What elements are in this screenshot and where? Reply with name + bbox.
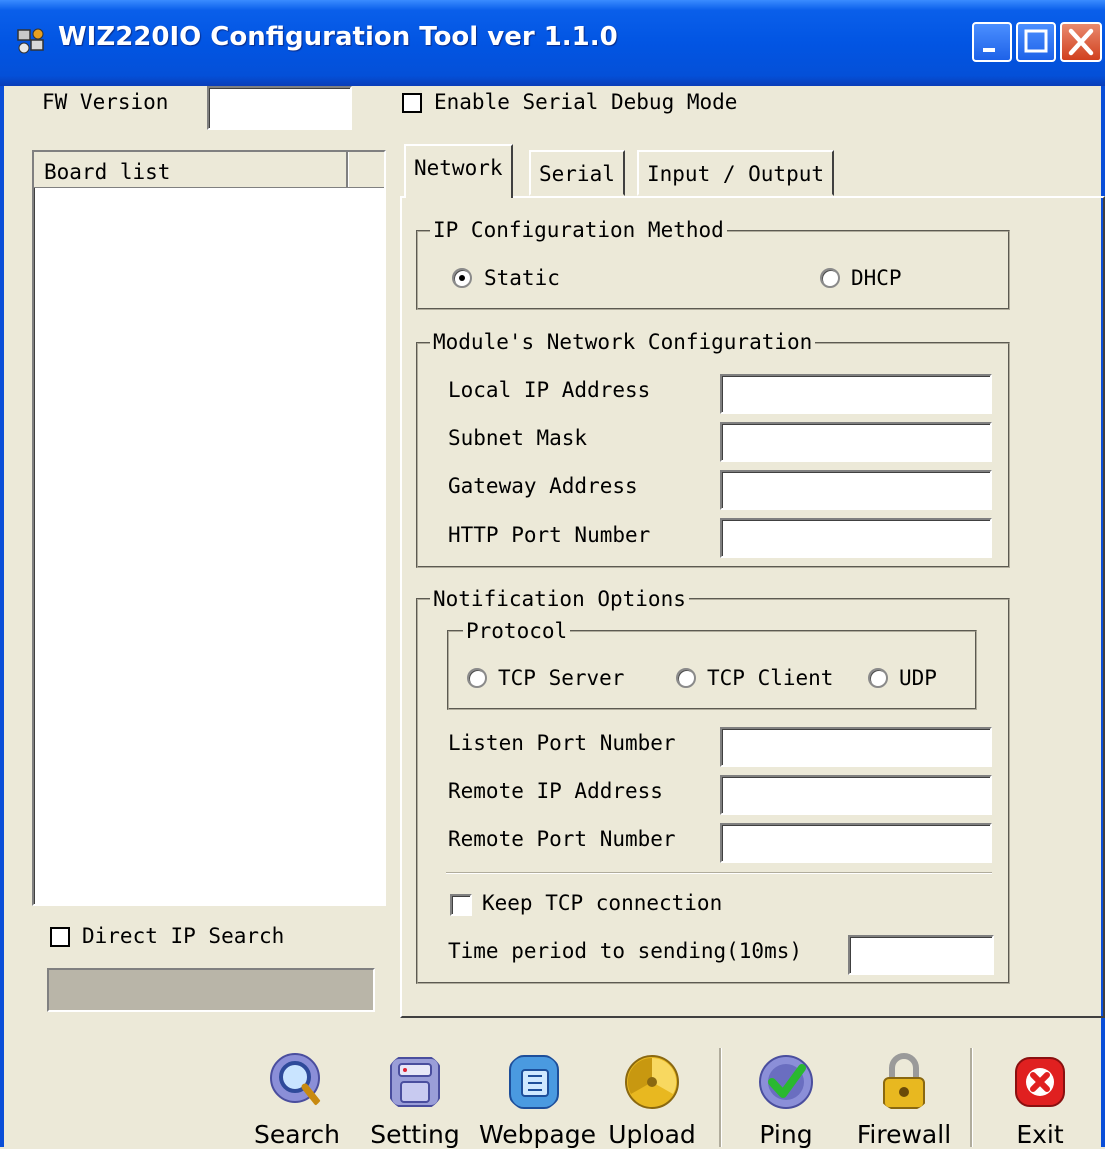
minimize-button[interactable] xyxy=(972,22,1012,62)
http-port-input[interactable] xyxy=(720,518,992,558)
subnet-mask-input[interactable] xyxy=(720,422,992,462)
local-ip-input[interactable] xyxy=(720,374,992,414)
serial-debug-checkbox[interactable] xyxy=(402,93,422,113)
search-label: Search xyxy=(254,1120,340,1149)
board-list-column-divider[interactable] xyxy=(346,152,349,187)
direct-ip-label: Direct IP Search xyxy=(82,924,285,948)
exit-label: Exit xyxy=(1016,1120,1064,1149)
time-period-input[interactable] xyxy=(848,935,994,975)
minimize-icon xyxy=(983,48,995,52)
http-port-label: HTTP Port Number xyxy=(448,523,651,547)
app-icon xyxy=(17,28,44,54)
subnet-mask-label: Subnet Mask xyxy=(448,426,588,450)
remote-port-label: Remote Port Number xyxy=(448,827,676,851)
udp-label: UDP xyxy=(899,666,937,690)
board-list[interactable]: Board list xyxy=(32,150,386,906)
remote-ip-input[interactable] xyxy=(720,775,992,815)
upload-button[interactable]: Upload xyxy=(597,1052,707,1149)
notification-divider xyxy=(446,872,992,874)
window-border-left xyxy=(0,86,4,1147)
toolbar-separator xyxy=(719,1048,722,1147)
search-button[interactable]: Search xyxy=(242,1052,352,1149)
firewall-icon xyxy=(883,1053,925,1109)
static-radio[interactable] xyxy=(452,268,472,288)
setting-button[interactable]: Setting xyxy=(360,1052,470,1149)
gateway-label: Gateway Address xyxy=(448,474,638,498)
search-icon xyxy=(270,1053,321,1106)
dhcp-radio[interactable] xyxy=(820,268,840,288)
ping-button[interactable]: Ping xyxy=(731,1052,841,1149)
listen-port-input[interactable] xyxy=(720,727,992,767)
ip-config-title: IP Configuration Method xyxy=(430,218,727,242)
tcp-client-radio[interactable] xyxy=(676,668,696,688)
board-list-header-label: Board list xyxy=(44,160,171,184)
listen-port-label: Listen Port Number xyxy=(448,731,676,755)
tab-input-output[interactable]: Input / Output xyxy=(637,150,835,196)
webpage-icon xyxy=(509,1055,559,1109)
notification-title: Notification Options xyxy=(430,587,689,611)
upload-label: Upload xyxy=(608,1120,696,1149)
time-period-label: Time period to sending(10ms) xyxy=(448,939,803,963)
webpage-label: Webpage xyxy=(479,1120,596,1149)
toolbar-separator-2 xyxy=(970,1048,973,1147)
tcp-client-label: TCP Client xyxy=(707,666,834,690)
close-icon xyxy=(1068,28,1094,56)
dhcp-label: DHCP xyxy=(851,266,902,290)
tab-serial[interactable]: Serial xyxy=(529,150,625,196)
ping-icon xyxy=(759,1055,813,1109)
remote-port-input[interactable] xyxy=(720,823,992,863)
network-config-title: Module's Network Configuration xyxy=(430,330,816,354)
firewall-button[interactable]: Firewall xyxy=(849,1052,959,1149)
tcp-server-label: TCP Server xyxy=(498,666,625,690)
upload-icon xyxy=(625,1055,679,1109)
fw-version-field[interactable] xyxy=(207,86,352,130)
gateway-input[interactable] xyxy=(720,470,992,510)
keep-tcp-label: Keep TCP connection xyxy=(482,891,723,915)
firewall-label: Firewall xyxy=(856,1120,952,1149)
window-title: WIZ220IO Configuration Tool ver 1.1.0 xyxy=(58,22,618,52)
direct-ip-checkbox[interactable] xyxy=(50,927,70,947)
maximize-button[interactable] xyxy=(1016,22,1056,62)
static-label: Static xyxy=(484,266,560,290)
setting-label: Setting xyxy=(370,1120,460,1149)
remote-ip-label: Remote IP Address xyxy=(448,779,663,803)
keep-tcp-checkbox[interactable] xyxy=(450,894,472,916)
webpage-button[interactable]: Webpage xyxy=(479,1052,596,1149)
exit-button[interactable]: Exit xyxy=(985,1052,1095,1149)
board-list-header[interactable]: Board list xyxy=(34,152,384,188)
direct-ip-field[interactable] xyxy=(47,968,375,1012)
udp-radio[interactable] xyxy=(868,668,888,688)
setting-icon xyxy=(390,1057,440,1107)
tab-network[interactable]: Network xyxy=(404,144,513,198)
protocol-title: Protocol xyxy=(463,619,571,643)
maximize-icon xyxy=(1024,29,1048,53)
close-button[interactable] xyxy=(1060,22,1102,62)
exit-icon xyxy=(1015,1057,1065,1107)
local-ip-label: Local IP Address xyxy=(448,378,651,402)
fw-version-label: FW Version xyxy=(42,90,169,114)
tcp-server-radio[interactable] xyxy=(467,668,487,688)
serial-debug-label: Enable Serial Debug Mode xyxy=(434,90,738,114)
ping-label: Ping xyxy=(759,1120,813,1149)
